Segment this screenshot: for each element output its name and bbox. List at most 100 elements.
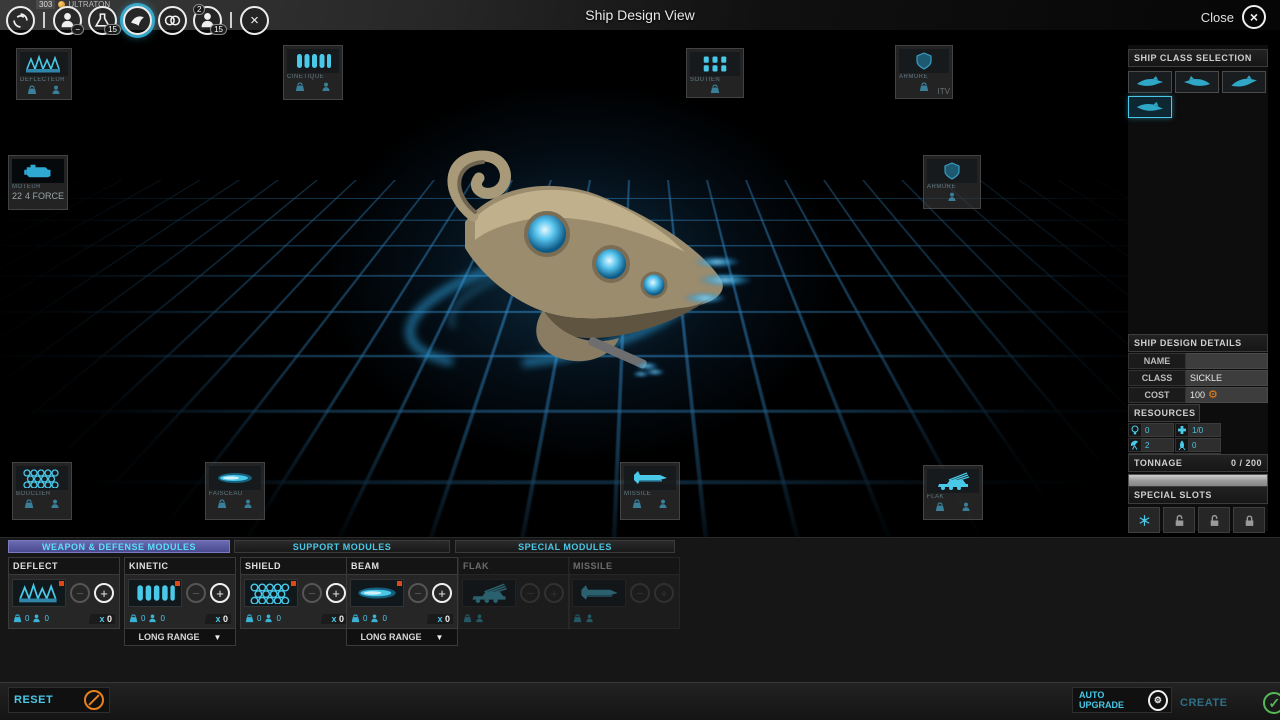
- resource-cell: 0: [1128, 423, 1174, 437]
- flak-module-icon: [462, 579, 516, 607]
- slot-armor-right[interactable]: ARMURE: [923, 155, 981, 209]
- remove-module-button: −: [520, 583, 540, 603]
- add-module-button[interactable]: +: [94, 583, 114, 603]
- tab-special-modules[interactable]: SPECIAL MODULES: [455, 540, 675, 553]
- weight-icon: [129, 614, 138, 623]
- module-card-shield[interactable]: SHIELD − + 0 0 x 0: [240, 557, 352, 629]
- science-icon: [1130, 425, 1140, 435]
- menu-icon: ×: [250, 12, 259, 29]
- special-slot-unlocked[interactable]: [1198, 507, 1230, 533]
- tab-weapon-defense-modules[interactable]: WEAPON & DEFENSE MODULES: [8, 540, 230, 553]
- add-module-button[interactable]: +: [210, 583, 230, 603]
- beam-module-icon: [350, 579, 404, 607]
- close-button[interactable]: Close ×: [1201, 5, 1266, 29]
- add-module-button[interactable]: +: [432, 583, 452, 603]
- diplomacy-button[interactable]: [158, 6, 187, 35]
- weight-icon: [573, 614, 582, 623]
- tier-badge: [59, 581, 64, 586]
- support-icon: [690, 52, 740, 76]
- ship-class-thumb-1[interactable]: [1128, 71, 1172, 93]
- weight-icon: [632, 499, 642, 509]
- slot-armor-top[interactable]: ARMURE ITV: [895, 45, 953, 99]
- tier-badge: [291, 581, 296, 586]
- class-value: SICKLE: [1186, 370, 1268, 386]
- name-label: NAME: [1128, 353, 1186, 369]
- special-slot-active[interactable]: [1128, 507, 1160, 533]
- special-slots-panel: SPECIAL SLOTS: [1128, 486, 1268, 533]
- weight-icon: [13, 614, 22, 623]
- add-module-button: +: [544, 583, 564, 603]
- range-dropdown[interactable]: LONG RANGE▼: [347, 628, 457, 645]
- special-module-icon: [1138, 514, 1151, 527]
- ship-design-view: DEFLECTEUR CINETIQUE SOUTIEN ARMURE ITV …: [0, 0, 1280, 720]
- ship-class-thumb-2[interactable]: [1175, 71, 1219, 93]
- module-panel: WEAPON & DEFENSE MODULES SUPPORT MODULES…: [0, 537, 1280, 683]
- lock-icon: [1243, 514, 1256, 527]
- ship-class-thumb-3[interactable]: [1222, 71, 1266, 93]
- crew-icon: [1177, 440, 1187, 450]
- remove-module-button[interactable]: −: [186, 583, 206, 603]
- ship-class-selection-panel: SHIP CLASS SELECTION: [1128, 49, 1268, 118]
- galaxy-button[interactable]: [6, 6, 35, 35]
- top-toolbar: − 15 215 ×: [6, 2, 269, 38]
- crew-icon: [50, 499, 60, 509]
- module-count: x 0: [203, 614, 231, 624]
- crew-icon: [264, 614, 273, 623]
- module-card-kinetic[interactable]: KINETIC − + 0 0 x 0 LONG RANGE▼: [124, 557, 236, 646]
- unlock-icon: [1173, 514, 1186, 527]
- empire-button[interactable]: −: [53, 6, 82, 35]
- module-card-deflect[interactable]: DEFLECT − + 0 0 x 0: [8, 557, 120, 629]
- module-card-beam[interactable]: BEAM − + 0 0 x 0 LONG RANGE▼: [346, 557, 458, 646]
- chevron-down-icon: ▼: [436, 633, 444, 642]
- remove-module-button[interactable]: −: [408, 583, 428, 603]
- crew-icon: [475, 614, 484, 623]
- confirm-check-icon: ✓: [1263, 692, 1280, 714]
- weight-icon: [295, 82, 305, 92]
- ship-3d-viewport[interactable]: DEFLECTEUR CINETIQUE SOUTIEN ARMURE ITV …: [0, 30, 1280, 537]
- slot-deflector[interactable]: DEFLECTEUR: [16, 48, 72, 100]
- ship-class-thumb-selected[interactable]: [1128, 96, 1172, 118]
- resource-cell: 2: [1128, 438, 1174, 452]
- cost-label: COST: [1128, 387, 1186, 403]
- module-count: x 0: [425, 614, 453, 624]
- tier-badge: [175, 581, 180, 586]
- slot-engine[interactable]: MOTEUR 224 FORCE: [8, 155, 68, 210]
- create-button[interactable]: CREATE ✓: [1180, 692, 1280, 714]
- add-module-button[interactable]: +: [326, 583, 346, 603]
- remove-module-button[interactable]: −: [302, 583, 322, 603]
- menu-button[interactable]: ×: [240, 6, 269, 35]
- remove-module-button[interactable]: −: [70, 583, 90, 603]
- reset-button[interactable]: RESET: [8, 687, 110, 713]
- special-slot-unlocked[interactable]: [1163, 507, 1195, 533]
- range-dropdown[interactable]: LONG RANGE▼: [125, 628, 235, 645]
- chevron-down-icon: ▼: [214, 633, 222, 642]
- remove-module-button: −: [630, 583, 650, 603]
- missile-icon: [624, 466, 676, 490]
- toolbar-divider: [43, 12, 45, 28]
- ship-render[interactable]: [395, 140, 775, 400]
- crew-icon: [658, 499, 668, 509]
- panel-header: SHIP DESIGN DETAILS: [1128, 334, 1268, 352]
- name-field[interactable]: [1186, 353, 1268, 369]
- military-icon: [129, 12, 146, 29]
- research-button[interactable]: 15: [88, 6, 117, 35]
- slot-flak[interactable]: FLAK: [923, 465, 983, 520]
- crew-icon: [243, 499, 253, 509]
- tab-support-modules[interactable]: SUPPORT MODULES: [234, 540, 450, 553]
- slot-kinetic[interactable]: CINETIQUE: [283, 45, 343, 100]
- crew-icon: [148, 614, 157, 623]
- panel-header: SPECIAL SLOTS: [1128, 486, 1268, 504]
- slot-missile[interactable]: MISSILE: [620, 462, 680, 520]
- military-button[interactable]: [123, 6, 152, 35]
- crew-icon: [585, 614, 594, 623]
- slot-support[interactable]: SOUTIEN: [686, 48, 744, 98]
- cost-value: 100⚙: [1186, 387, 1268, 403]
- population-button[interactable]: 215: [193, 6, 222, 35]
- slot-shield[interactable]: BOUCLIER: [12, 462, 72, 520]
- kinetic-module-icon: [128, 579, 182, 607]
- auto-upgrade-button[interactable]: AUTO UPGRADE ⚙: [1072, 687, 1172, 713]
- ship-thumbnail-icon: [1182, 75, 1212, 89]
- industry-icon: ⚙: [1208, 391, 1218, 400]
- slot-beam[interactable]: FAISCEAU: [205, 462, 265, 520]
- shield-module-icon: [244, 579, 298, 607]
